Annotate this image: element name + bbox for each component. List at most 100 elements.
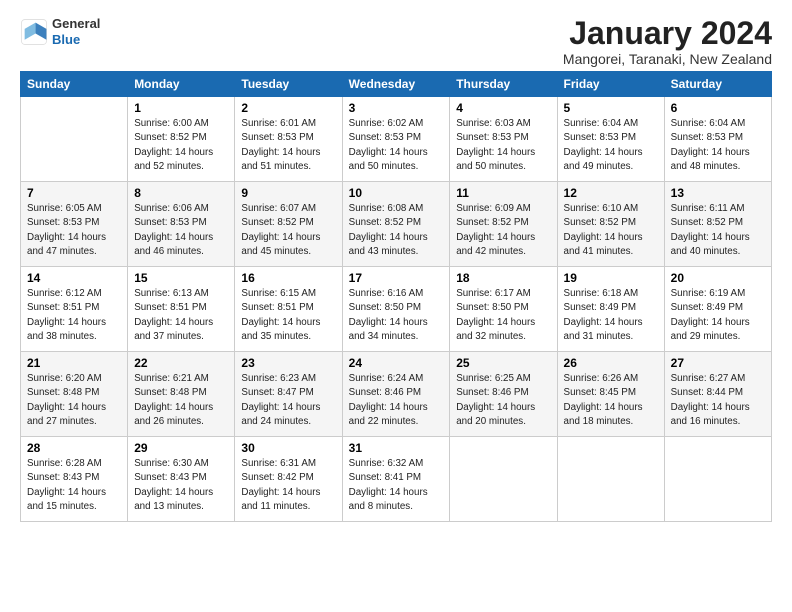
day-info: Sunrise: 6:02 AM Sunset: 8:53 PM Dayligh… <box>349 117 444 174</box>
calendar-week-row: 14Sunrise: 6:12 AM Sunset: 8:51 PM Dayli… <box>21 267 772 352</box>
calendar-cell: 21 Sunrise: 6:20 AM Sunset: 8:48 PM Dayli… <box>21 352 128 437</box>
calendar-cell: 28Sunrise: 6:28 AM Sunset: 8:43 PM Dayli… <box>21 437 128 522</box>
logo-text: General Blue <box>52 16 100 47</box>
calendar-cell: 11 Sunrise: 6:09 AM Sunset: 8:52 PM Dayli… <box>450 182 557 267</box>
day-number: 17 <box>349 271 444 285</box>
day-number: 2 <box>241 101 335 115</box>
calendar-week-row: 1 Sunrise: 6:00 AM Sunset: 8:52 PM Daylig… <box>21 97 772 182</box>
day-info: Sunrise: 6:30 AM Sunset: 8:43 PM Dayligh… <box>134 457 228 514</box>
day-number: 29 <box>134 441 228 455</box>
day-info: Sunrise: 6:31 AM Sunset: 8:42 PM Dayligh… <box>241 457 335 514</box>
day-number: 21 <box>27 356 121 370</box>
logo-general-text: General <box>52 16 100 32</box>
day-info: Sunrise: 6:16 AM Sunset: 8:50 PM Dayligh… <box>349 287 444 344</box>
calendar-cell: 29 Sunrise: 6:30 AM Sunset: 8:43 PM Dayli… <box>128 437 235 522</box>
subtitle: Mangorei, Taranaki, New Zealand <box>563 51 772 67</box>
day-info: Sunrise: 6:12 AM Sunset: 8:51 PM Dayligh… <box>27 287 121 344</box>
day-info: Sunrise: 6:32 AM Sunset: 8:41 PM Dayligh… <box>349 457 444 514</box>
calendar-cell: 15 Sunrise: 6:13 AM Sunset: 8:51 PM Dayli… <box>128 267 235 352</box>
day-info: Sunrise: 6:04 AM Sunset: 8:53 PM Dayligh… <box>564 117 658 174</box>
day-number: 6 <box>671 101 765 115</box>
day-number: 5 <box>564 101 658 115</box>
calendar-cell: 30Sunrise: 6:31 AM Sunset: 8:42 PM Dayli… <box>235 437 342 522</box>
calendar-cell: 25Sunrise: 6:25 AM Sunset: 8:46 PM Dayli… <box>450 352 557 437</box>
col-monday: Monday <box>128 72 235 97</box>
day-number: 27 <box>671 356 765 370</box>
day-number: 20 <box>671 271 765 285</box>
day-number: 23 <box>241 356 335 370</box>
calendar-table: Sunday Monday Tuesday Wednesday Thursday… <box>20 71 772 522</box>
header: General Blue January 2024 Mangorei, Tara… <box>20 16 772 67</box>
day-number: 16 <box>241 271 335 285</box>
calendar-week-row: 21 Sunrise: 6:20 AM Sunset: 8:48 PM Dayli… <box>21 352 772 437</box>
calendar-cell: 4 Sunrise: 6:03 AM Sunset: 8:53 PM Daylig… <box>450 97 557 182</box>
calendar-cell: 10Sunrise: 6:08 AM Sunset: 8:52 PM Dayli… <box>342 182 450 267</box>
calendar-cell: 17 Sunrise: 6:16 AM Sunset: 8:50 PM Dayli… <box>342 267 450 352</box>
page-container: General Blue January 2024 Mangorei, Tara… <box>0 0 792 532</box>
logo-blue-text: Blue <box>52 32 100 48</box>
calendar-cell: 19Sunrise: 6:18 AM Sunset: 8:49 PM Dayli… <box>557 267 664 352</box>
main-title: January 2024 <box>563 16 772 51</box>
calendar-cell <box>557 437 664 522</box>
day-number: 15 <box>134 271 228 285</box>
calendar-cell: 24Sunrise: 6:24 AM Sunset: 8:46 PM Dayli… <box>342 352 450 437</box>
day-info: Sunrise: 6:08 AM Sunset: 8:52 PM Dayligh… <box>349 202 444 259</box>
day-info: Sunrise: 6:19 AM Sunset: 8:49 PM Dayligh… <box>671 287 765 344</box>
day-number: 11 <box>456 186 550 200</box>
calendar-cell: 23 Sunrise: 6:23 AM Sunset: 8:47 PM Dayli… <box>235 352 342 437</box>
calendar-cell: 18 Sunrise: 6:17 AM Sunset: 8:50 PM Dayli… <box>450 267 557 352</box>
calendar-cell: 22 Sunrise: 6:21 AM Sunset: 8:48 PM Dayli… <box>128 352 235 437</box>
day-number: 28 <box>27 441 121 455</box>
day-info: Sunrise: 6:09 AM Sunset: 8:52 PM Dayligh… <box>456 202 550 259</box>
day-info: Sunrise: 6:07 AM Sunset: 8:52 PM Dayligh… <box>241 202 335 259</box>
calendar-cell: 2 Sunrise: 6:01 AM Sunset: 8:53 PM Daylig… <box>235 97 342 182</box>
col-tuesday: Tuesday <box>235 72 342 97</box>
day-number: 13 <box>671 186 765 200</box>
day-number: 7 <box>27 186 121 200</box>
col-sunday: Sunday <box>21 72 128 97</box>
day-info: Sunrise: 6:13 AM Sunset: 8:51 PM Dayligh… <box>134 287 228 344</box>
day-info: Sunrise: 6:26 AM Sunset: 8:45 PM Dayligh… <box>564 372 658 429</box>
calendar-cell <box>21 97 128 182</box>
calendar-cell: 26Sunrise: 6:26 AM Sunset: 8:45 PM Dayli… <box>557 352 664 437</box>
day-info: Sunrise: 6:23 AM Sunset: 8:47 PM Dayligh… <box>241 372 335 429</box>
day-number: 8 <box>134 186 228 200</box>
day-info: Sunrise: 6:10 AM Sunset: 8:52 PM Dayligh… <box>564 202 658 259</box>
day-info: Sunrise: 6:20 AM Sunset: 8:48 PM Dayligh… <box>27 372 121 429</box>
day-info: Sunrise: 6:01 AM Sunset: 8:53 PM Dayligh… <box>241 117 335 174</box>
logo: General Blue <box>20 16 100 47</box>
calendar-cell: 31 Sunrise: 6:32 AM Sunset: 8:41 PM Dayli… <box>342 437 450 522</box>
day-info: Sunrise: 6:06 AM Sunset: 8:53 PM Dayligh… <box>134 202 228 259</box>
day-number: 9 <box>241 186 335 200</box>
calendar-cell: 13 Sunrise: 6:11 AM Sunset: 8:52 PM Dayli… <box>664 182 771 267</box>
day-number: 18 <box>456 271 550 285</box>
day-info: Sunrise: 6:00 AM Sunset: 8:52 PM Dayligh… <box>134 117 228 174</box>
calendar-cell: 6 Sunrise: 6:04 AM Sunset: 8:53 PM Daylig… <box>664 97 771 182</box>
day-info: Sunrise: 6:18 AM Sunset: 8:49 PM Dayligh… <box>564 287 658 344</box>
day-number: 12 <box>564 186 658 200</box>
day-number: 4 <box>456 101 550 115</box>
col-friday: Friday <box>557 72 664 97</box>
calendar-header-row: Sunday Monday Tuesday Wednesday Thursday… <box>21 72 772 97</box>
day-number: 24 <box>349 356 444 370</box>
calendar-week-row: 7 Sunrise: 6:05 AM Sunset: 8:53 PM Daylig… <box>21 182 772 267</box>
calendar-cell: 16Sunrise: 6:15 AM Sunset: 8:51 PM Dayli… <box>235 267 342 352</box>
day-info: Sunrise: 6:21 AM Sunset: 8:48 PM Dayligh… <box>134 372 228 429</box>
calendar-cell: 14Sunrise: 6:12 AM Sunset: 8:51 PM Dayli… <box>21 267 128 352</box>
calendar-cell: 20 Sunrise: 6:19 AM Sunset: 8:49 PM Dayli… <box>664 267 771 352</box>
day-info: Sunrise: 6:17 AM Sunset: 8:50 PM Dayligh… <box>456 287 550 344</box>
day-number: 3 <box>349 101 444 115</box>
day-info: Sunrise: 6:03 AM Sunset: 8:53 PM Dayligh… <box>456 117 550 174</box>
day-number: 1 <box>134 101 228 115</box>
title-block: January 2024 Mangorei, Taranaki, New Zea… <box>563 16 772 67</box>
col-saturday: Saturday <box>664 72 771 97</box>
day-number: 22 <box>134 356 228 370</box>
calendar-cell <box>664 437 771 522</box>
day-info: Sunrise: 6:11 AM Sunset: 8:52 PM Dayligh… <box>671 202 765 259</box>
day-number: 31 <box>349 441 444 455</box>
calendar-cell: 7 Sunrise: 6:05 AM Sunset: 8:53 PM Daylig… <box>21 182 128 267</box>
day-info: Sunrise: 6:05 AM Sunset: 8:53 PM Dayligh… <box>27 202 121 259</box>
calendar-cell: 9 Sunrise: 6:07 AM Sunset: 8:52 PM Daylig… <box>235 182 342 267</box>
day-info: Sunrise: 6:04 AM Sunset: 8:53 PM Dayligh… <box>671 117 765 174</box>
calendar-week-row: 28Sunrise: 6:28 AM Sunset: 8:43 PM Dayli… <box>21 437 772 522</box>
